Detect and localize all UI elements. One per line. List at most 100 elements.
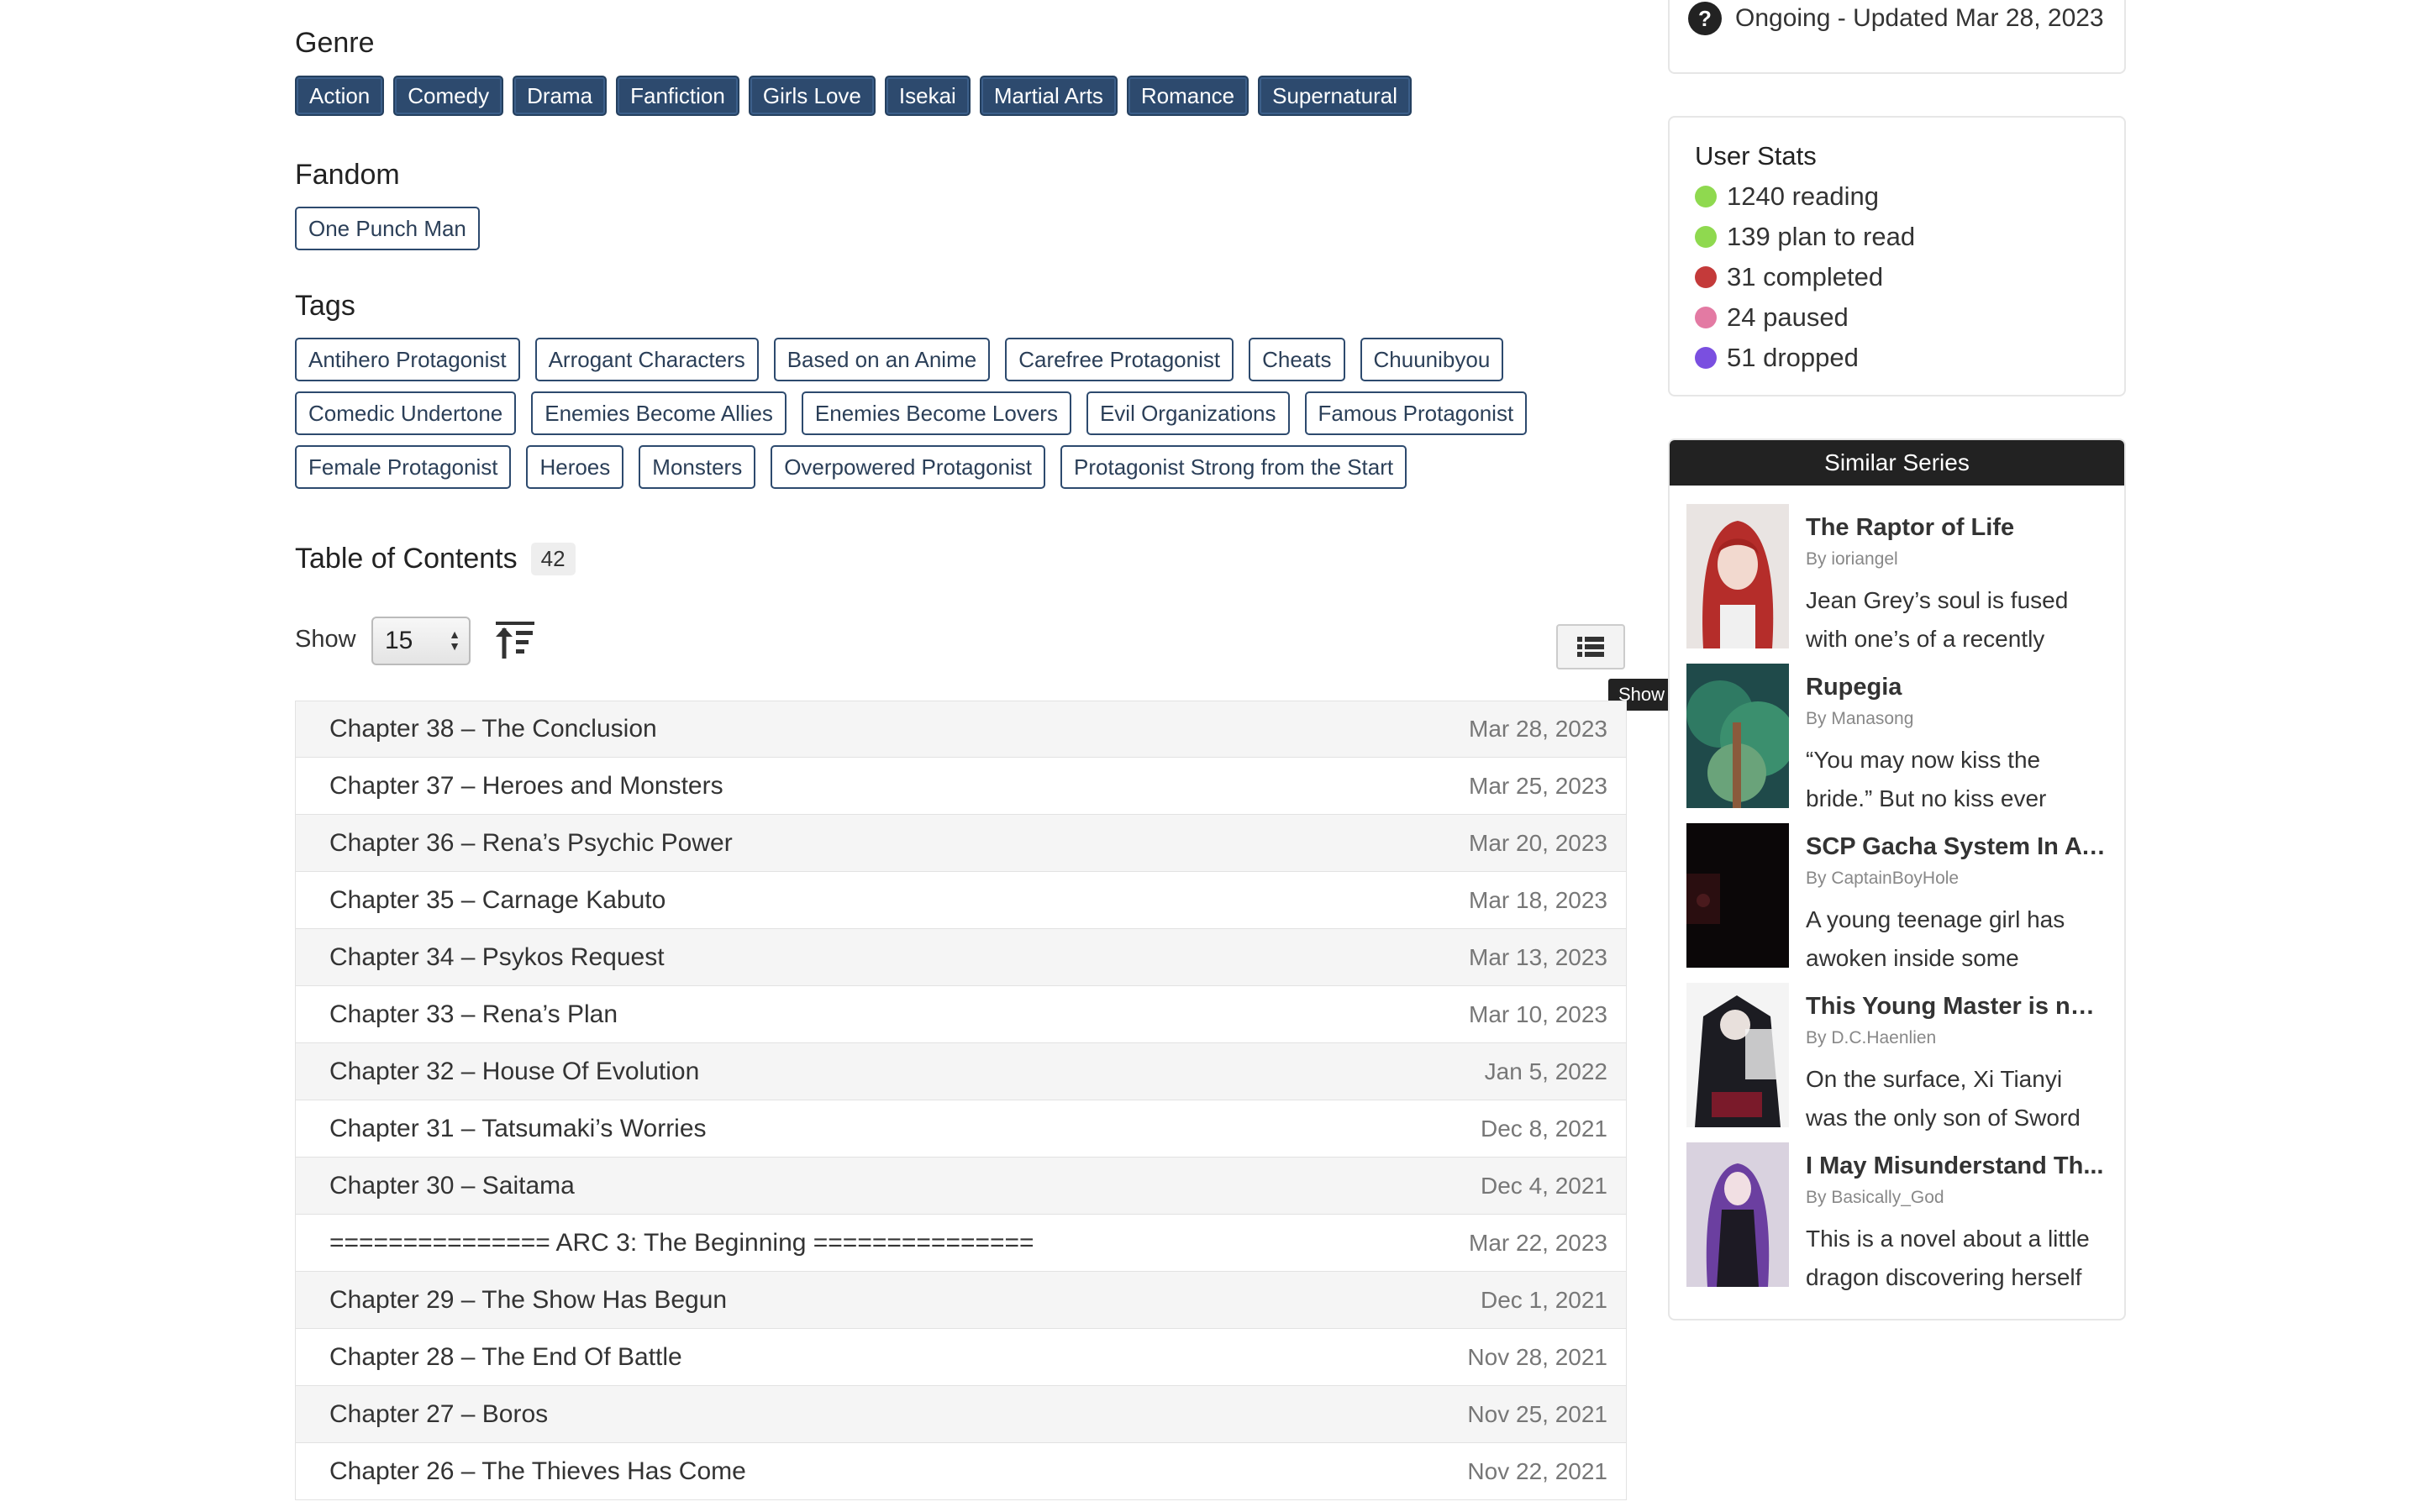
stat-label: 139 plan to read: [1727, 222, 1916, 251]
chapter-row[interactable]: =============== ARC 3: The Beginning ===…: [295, 1215, 1627, 1272]
stat-reading: 1240 reading: [1695, 176, 2099, 217]
chapter-row[interactable]: Chapter 35 – Carnage Kabuto Mar 18, 2023: [295, 872, 1627, 929]
sort-order-icon[interactable]: [494, 620, 536, 662]
chapter-title: Chapter 31 – Tatsumaki’s Worries: [329, 1114, 707, 1142]
tag-antihero-protagonist[interactable]: Antihero Protagonist: [295, 338, 520, 381]
tag-arrogant-characters[interactable]: Arrogant Characters: [534, 338, 759, 381]
tags-heading: Tags: [295, 290, 355, 322]
chapter-date: Dec 4, 2021: [1481, 1172, 1607, 1199]
tag-carefree-protagonist[interactable]: Carefree Protagonist: [1005, 338, 1234, 381]
chapter-row[interactable]: Chapter 37 – Heroes and Monsters Mar 25, …: [295, 758, 1627, 815]
select-arrows-icon: ▲ ▼: [449, 627, 460, 653]
tag-evil-organizations[interactable]: Evil Organizations: [1086, 391, 1290, 435]
chapter-row[interactable]: Chapter 28 – The End Of Battle Nov 28, 20…: [295, 1329, 1627, 1386]
stat-completed: 31 completed: [1695, 257, 2099, 297]
series-cover-image[interactable]: [1686, 1142, 1789, 1287]
genre-romance[interactable]: Romance: [1126, 76, 1249, 116]
tag-protagonist-strong-from-start[interactable]: Protagonist Strong from the Start: [1060, 445, 1407, 489]
chapter-date: Nov 22, 2021: [1467, 1457, 1607, 1484]
chapter-row[interactable]: Chapter 38 – The Conclusion Mar 28, 2023: [295, 701, 1627, 758]
series-title[interactable]: Rupegia: [1806, 674, 2108, 701]
genre-drama[interactable]: Drama: [513, 76, 608, 116]
series-cover-image[interactable]: [1686, 664, 1789, 808]
similar-series-title: Similar Series: [1670, 440, 2124, 486]
chapter-row[interactable]: Chapter 29 – The Show Has Begun Dec 1, 20…: [295, 1272, 1627, 1329]
series-description: A young teenage girl has awoken inside s…: [1806, 906, 2065, 971]
similar-series-item[interactable]: I May Misunderstand Th... By Basically_G…: [1670, 1142, 2124, 1302]
chapter-title: Chapter 32 – House Of Evolution: [329, 1057, 700, 1085]
chapter-title: Chapter 38 – The Conclusion: [329, 715, 657, 743]
question-circle-icon: ?: [1688, 2, 1722, 35]
status-text: Ongoing - Updated Mar 28, 2023: [1735, 4, 2104, 32]
stat-label: 31 completed: [1727, 262, 1884, 291]
chapter-date: Jan 5, 2022: [1484, 1058, 1607, 1084]
pink-dot-icon: [1695, 307, 1717, 328]
page-size-select[interactable]: 15 ▲ ▼: [371, 617, 471, 665]
tag-cheats[interactable]: Cheats: [1249, 338, 1345, 381]
stat-label: 1240 reading: [1727, 181, 1879, 211]
fandom-one-punch-man[interactable]: One Punch Man: [295, 207, 480, 250]
tags-row-3: Female Protagonist Heroes Monsters Overp…: [295, 445, 1407, 489]
genre-action[interactable]: Action: [295, 76, 385, 116]
chapter-title: Chapter 29 – The Show Has Begun: [329, 1285, 728, 1314]
series-cover-image[interactable]: [1686, 823, 1789, 968]
chapter-title: Chapter 26 – The Thieves Has Come: [329, 1457, 746, 1485]
chapter-row[interactable]: Chapter 30 – Saitama Dec 4, 2021: [295, 1158, 1627, 1215]
tag-chuunibyou[interactable]: Chuunibyou: [1360, 338, 1504, 381]
similar-series-card: Similar Series The Raptor of Life By ior…: [1668, 438, 2126, 1320]
chapter-date: Dec 1, 2021: [1481, 1286, 1607, 1313]
chapter-row[interactable]: Chapter 36 – Rena’s Psychic Power Mar 20,…: [295, 815, 1627, 872]
series-author: By D.C.Haenlien: [1806, 1028, 1937, 1047]
series-title[interactable]: SCP Gacha System In A C...: [1806, 833, 2108, 861]
tag-enemies-become-lovers[interactable]: Enemies Become Lovers: [801, 391, 1071, 435]
show-all-chapters-button[interactable]: [1556, 624, 1625, 669]
series-description: On the surface, Xi Tianyi was the only s…: [1806, 1066, 2081, 1131]
stat-label: 51 dropped: [1727, 343, 1859, 372]
series-title[interactable]: I May Misunderstand Th...: [1806, 1152, 2108, 1180]
chapter-row[interactable]: Chapter 32 – House Of Evolution Jan 5, 20…: [295, 1043, 1627, 1100]
tag-based-on-an-anime[interactable]: Based on an Anime: [773, 338, 991, 381]
genre-fanfiction[interactable]: Fanfiction: [616, 76, 739, 116]
tag-female-protagonist[interactable]: Female Protagonist: [295, 445, 512, 489]
chapter-date: Mar 25, 2023: [1469, 772, 1607, 799]
genre-supernatural[interactable]: Supernatural: [1258, 76, 1413, 116]
tag-monsters[interactable]: Monsters: [639, 445, 756, 489]
tag-heroes[interactable]: Heroes: [526, 445, 624, 489]
chapter-title: Chapter 35 – Carnage Kabuto: [329, 885, 666, 914]
stat-paused: 24 paused: [1695, 297, 2099, 338]
series-cover-image[interactable]: [1686, 504, 1789, 648]
series-title[interactable]: This Young Master is not...: [1806, 993, 2108, 1021]
genre-isekai[interactable]: Isekai: [884, 76, 971, 116]
tag-comedic-undertone[interactable]: Comedic Undertone: [295, 391, 517, 435]
fandom-heading: Fandom: [295, 159, 400, 191]
chapter-date: Mar 13, 2023: [1469, 943, 1607, 970]
series-cover-image[interactable]: [1686, 983, 1789, 1127]
chapter-list: Chapter 38 – The Conclusion Mar 28, 2023 …: [295, 701, 1627, 1500]
genre-comedy[interactable]: Comedy: [393, 76, 504, 116]
green-dot-icon: [1695, 186, 1717, 207]
chapter-date: Dec 8, 2021: [1481, 1115, 1607, 1142]
chapter-row[interactable]: Chapter 27 – Boros Nov 25, 2021: [295, 1386, 1627, 1443]
chapter-row[interactable]: Chapter 31 – Tatsumaki’s Worries Dec 8, 2…: [295, 1100, 1627, 1158]
chapter-row[interactable]: Chapter 33 – Rena’s Plan Mar 10, 2023: [295, 986, 1627, 1043]
chapter-date: Mar 20, 2023: [1469, 829, 1607, 856]
chapter-title: Chapter 27 – Boros: [329, 1399, 549, 1428]
chapter-row[interactable]: Chapter 34 – Psykos Request Mar 13, 2023: [295, 929, 1627, 986]
series-author: By ioriangel: [1806, 549, 1898, 569]
genre-heading: Genre: [295, 27, 375, 59]
tag-enemies-become-allies[interactable]: Enemies Become Allies: [531, 391, 786, 435]
series-author: By CaptainBoyHole: [1806, 869, 1960, 888]
toc-heading: Table of Contents 42: [295, 543, 576, 575]
tag-famous-protagonist[interactable]: Famous Protagonist: [1304, 391, 1528, 435]
tag-overpowered-protagonist[interactable]: Overpowered Protagonist: [771, 445, 1046, 489]
series-title[interactable]: The Raptor of Life: [1806, 514, 2108, 542]
series-author: By Manasong: [1806, 709, 1914, 728]
fandom-list: One Punch Man: [295, 207, 480, 250]
genre-martial-arts[interactable]: Martial Arts: [979, 76, 1118, 116]
similar-series-item[interactable]: The Raptor of Life By ioriangel Jean Gre…: [1670, 504, 2124, 664]
chapter-row[interactable]: Chapter 26 – The Thieves Has Come Nov 22,…: [295, 1443, 1627, 1500]
genre-girls-love[interactable]: Girls Love: [748, 76, 876, 116]
similar-series-item[interactable]: Rupegia By Manasong “You may now kiss th…: [1670, 664, 2124, 823]
similar-series-item[interactable]: This Young Master is not... By D.C.Haenl…: [1670, 983, 2124, 1142]
similar-series-item[interactable]: SCP Gacha System In A C... By CaptainBoy…: [1670, 823, 2124, 983]
